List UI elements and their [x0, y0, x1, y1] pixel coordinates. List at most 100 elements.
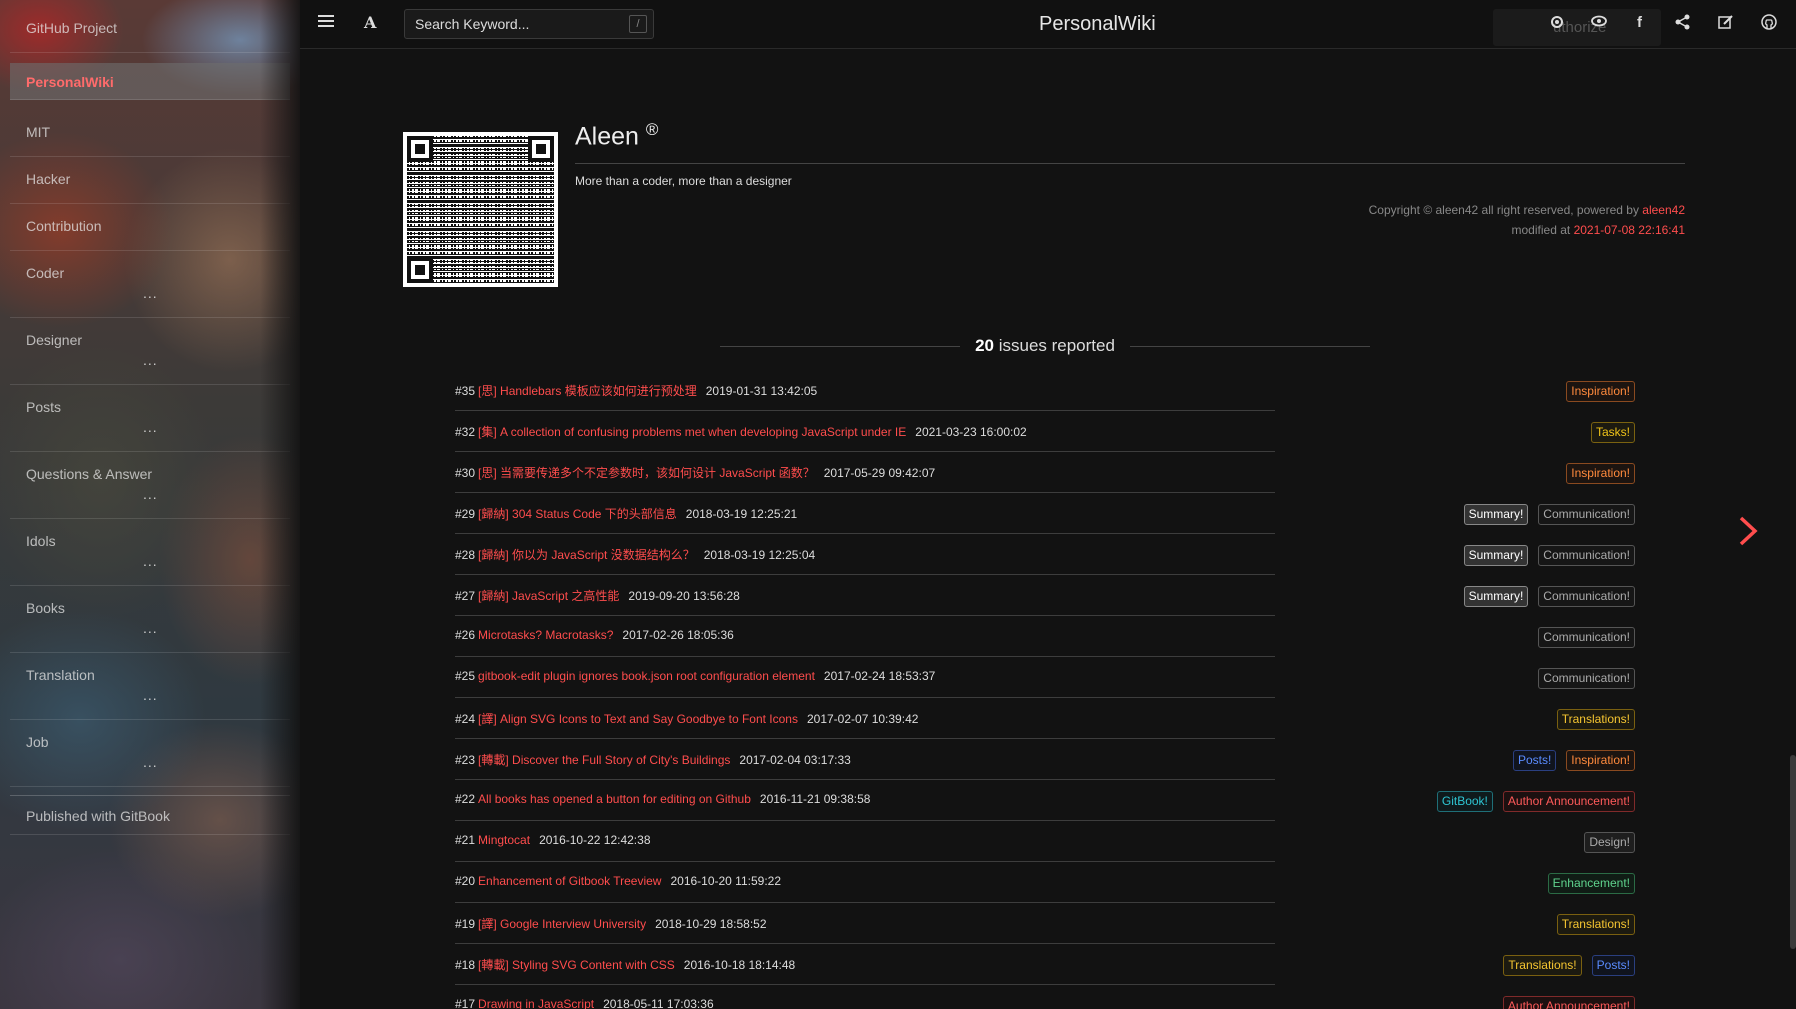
label-enhancement[interactable]: Enhancement!	[1547, 873, 1635, 894]
label-posts[interactable]: Posts!	[1512, 750, 1557, 771]
sidebar-item-translation[interactable]: Translation...	[10, 653, 290, 720]
sidebar-item-posts[interactable]: Posts...	[10, 385, 290, 452]
hamburger-icon[interactable]	[318, 14, 334, 32]
expand-dots[interactable]: ...	[143, 754, 158, 770]
issue-title-link[interactable]: [歸納] JavaScript 之高性能	[478, 589, 619, 603]
sidebar-item-books[interactable]: Books...	[10, 586, 290, 653]
label-translations[interactable]: Translations!	[1556, 709, 1635, 730]
issue-summary: #17 Drawing in JavaScript 2018-05-11 17:03…	[455, 997, 714, 1009]
issues-count: 20	[975, 336, 994, 355]
issue-row: #17 Drawing in JavaScript 2018-05-11 17:03…	[455, 985, 1635, 1009]
sidebar-item-designer[interactable]: Designer...	[10, 318, 290, 385]
issue-date: 2017-02-07 10:39:42	[806, 712, 919, 726]
issue-title-link[interactable]: All books has opened a button for editin…	[478, 792, 751, 806]
label-design[interactable]: Design!	[1584, 832, 1635, 853]
label-communication[interactable]: Communication!	[1538, 668, 1635, 689]
share-icon[interactable]	[1675, 14, 1691, 34]
label-tasks[interactable]: Tasks!	[1590, 422, 1635, 443]
issue-row: #23 [轉載] Discover the Full Story of City'…	[455, 739, 1635, 780]
sidebar-item-contribution[interactable]: Contribution	[10, 204, 290, 251]
issue-row: #25 gitbook-edit plugin ignores book.json…	[455, 657, 1635, 698]
issue-title-link[interactable]: gitbook-edit plugin ignores book.json ro…	[478, 669, 815, 683]
issue-labels: Inspiration!	[1566, 381, 1635, 402]
facebook-icon[interactable]: f	[1637, 14, 1642, 31]
label-communication[interactable]: Communication!	[1538, 586, 1635, 607]
chevron-right-icon[interactable]	[1737, 514, 1759, 557]
author-name: Aleen ®	[575, 120, 659, 151]
author-tagline: More than a coder, more than a designer	[575, 174, 792, 188]
search-input[interactable]: Search Keyword... /	[404, 9, 654, 39]
issue-date: 2016-10-20 11:59:22	[670, 874, 782, 888]
github-icon[interactable]	[1761, 14, 1777, 34]
label-inspiration[interactable]: Inspiration!	[1566, 463, 1635, 484]
issue-title-link[interactable]: Drawing in JavaScript	[478, 997, 594, 1009]
eye-icon[interactable]	[1591, 14, 1607, 32]
authorize-button[interactable]: uthorize	[1493, 9, 1661, 46]
issue-title-link[interactable]: [思] 当需要传递多个不定参数时，该如何设计 JavaScript 函数？	[478, 466, 815, 480]
copyright-info: Copyright © aleen42 all right reserved, …	[1369, 200, 1685, 240]
label-translations[interactable]: Translations!	[1556, 914, 1635, 935]
label-author[interactable]: Author Announcement!	[1502, 996, 1635, 1009]
issue-date: 2018-03-19 12:25:21	[685, 507, 798, 521]
issue-number: #24	[455, 712, 476, 726]
issue-title-link[interactable]: [歸納] 304 Status Code 下的头部信息	[478, 507, 677, 521]
expand-dots[interactable]: ...	[143, 687, 158, 703]
label-posts[interactable]: Posts!	[1591, 955, 1635, 976]
label-summary[interactable]: Summary!	[1463, 545, 1529, 566]
label-communication[interactable]: Communication!	[1538, 545, 1635, 566]
issue-title-link[interactable]: [轉載] Discover the Full Story of City's B…	[478, 753, 730, 767]
label-gitbook[interactable]: GitBook!	[1436, 791, 1493, 812]
issue-row: #20 Enhancement of Gitbook Treeview 2016-1…	[455, 862, 1635, 903]
label-communication[interactable]: Communication!	[1538, 627, 1635, 648]
sidebar-item-job[interactable]: Job...	[10, 720, 290, 787]
issue-row: #35 [思] Handlebars 模板应该如何进行预处理 2019-01-31 …	[455, 370, 1635, 411]
label-inspiration[interactable]: Inspiration!	[1566, 381, 1635, 402]
label-translations[interactable]: Translations!	[1503, 955, 1582, 976]
issue-row: #32 [集] A collection of confusing problem…	[455, 411, 1635, 452]
issue-row: #21 Mingtocat 2016-10-22 12:42:38 Design!	[455, 821, 1635, 862]
issue-title-link[interactable]: [歸納] 你以为 JavaScript 没数据结构么？	[478, 548, 695, 562]
font-settings-icon[interactable]: A	[364, 13, 376, 32]
page-title: PersonalWiki	[1039, 13, 1156, 35]
expand-dots[interactable]: ...	[143, 419, 158, 435]
label-summary[interactable]: Summary!	[1463, 504, 1529, 525]
sidebar-item-questions-answer[interactable]: Questions & Answer...	[10, 452, 290, 519]
issue-number: #35	[455, 384, 476, 398]
sidebar-item-coder[interactable]: Coder...	[10, 251, 290, 318]
sidebar-item-personalwiki[interactable]: PersonalWiki	[10, 63, 290, 100]
issue-title-link[interactable]: Enhancement of Gitbook Treeview	[478, 874, 661, 888]
issue-title-link[interactable]: Microtasks? Macrotasks?	[478, 628, 613, 642]
issue-title-link[interactable]: [集] A collection of confusing problems m…	[478, 425, 906, 439]
issue-date: 2019-09-20 13:56:28	[628, 589, 740, 603]
issue-title-link[interactable]: [轉載] Styling SVG Content with CSS	[478, 958, 675, 972]
scrollbar[interactable]	[1790, 755, 1796, 949]
label-summary[interactable]: Summary!	[1463, 586, 1529, 607]
issue-labels: Author Announcement!	[1502, 996, 1635, 1009]
copyright-author-link[interactable]: aleen42	[1642, 203, 1685, 217]
expand-dots[interactable]: ...	[143, 486, 158, 502]
published-with-gitbook-link[interactable]: Published with GitBook	[10, 795, 290, 835]
issue-labels: Translations!	[1556, 914, 1635, 935]
sidebar-item-hacker[interactable]: Hacker	[10, 157, 290, 204]
sidebar-item-mit[interactable]: MIT	[10, 110, 290, 157]
sidebar-item-idols[interactable]: Idols...	[10, 519, 290, 586]
label-author[interactable]: Author Announcement!	[1502, 791, 1635, 812]
edit-icon[interactable]	[1718, 14, 1734, 34]
issue-row: #29 [歸納] 304 Status Code 下的头部信息 2018-03-19…	[455, 493, 1635, 534]
label-inspiration[interactable]: Inspiration!	[1566, 750, 1635, 771]
label-communication[interactable]: Communication!	[1538, 504, 1635, 525]
expand-dots[interactable]: ...	[143, 352, 158, 368]
expand-dots[interactable]: ...	[143, 285, 158, 301]
issue-title-link[interactable]: [譯] Google Interview University	[478, 917, 646, 931]
expand-dots[interactable]: ...	[143, 553, 158, 569]
sidebar-item-github-project[interactable]: GitHub Project	[10, 6, 290, 53]
gear-icon[interactable]	[1549, 14, 1565, 34]
issue-title-link[interactable]: [譯] Align SVG Icons to Text and Say Good…	[478, 712, 798, 726]
copyright-text: Copyright © aleen42 all right reserved, …	[1368, 203, 1643, 217]
issue-date: 2017-02-04 03:17:33	[739, 753, 851, 767]
issue-title-link[interactable]: [思] Handlebars 模板应该如何进行预处理	[478, 384, 697, 398]
issue-labels: Posts! Inspiration!	[1512, 750, 1635, 771]
issue-labels: Summary! Communication!	[1463, 545, 1635, 566]
issue-title-link[interactable]: Mingtocat	[478, 833, 530, 847]
expand-dots[interactable]: ...	[143, 620, 158, 636]
